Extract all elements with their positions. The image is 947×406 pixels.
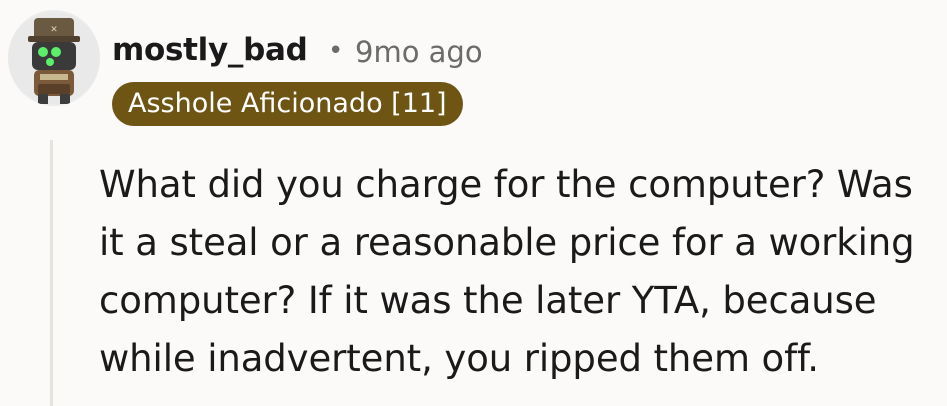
author-username[interactable]: mostly_bad <box>112 30 308 70</box>
comment-body-line: while inadvertent, you ripped them off. <box>99 337 819 380</box>
comment: ✕ mostly_bad • 9mo ago Asshole Aficionad… <box>0 0 947 406</box>
avatar[interactable]: ✕ <box>8 10 100 106</box>
comment-body-line: it a steal or a reasonable price for a w… <box>99 221 915 264</box>
thread-collapse-line[interactable] <box>50 140 53 406</box>
comment-body: What did you charge for the computer? Wa… <box>99 156 939 388</box>
comment-body-line: computer? If it was the later YTA, becau… <box>99 279 877 322</box>
comment-body-line: What did you charge for the computer? Wa… <box>99 163 913 206</box>
robot-avatar-icon: ✕ <box>8 12 100 104</box>
comment-timestamp[interactable]: 9mo ago <box>355 32 483 72</box>
svg-text:✕: ✕ <box>50 25 58 35</box>
user-flair-badge: Asshole Aficionado [11] <box>112 82 463 126</box>
meta-separator: • <box>328 36 344 66</box>
